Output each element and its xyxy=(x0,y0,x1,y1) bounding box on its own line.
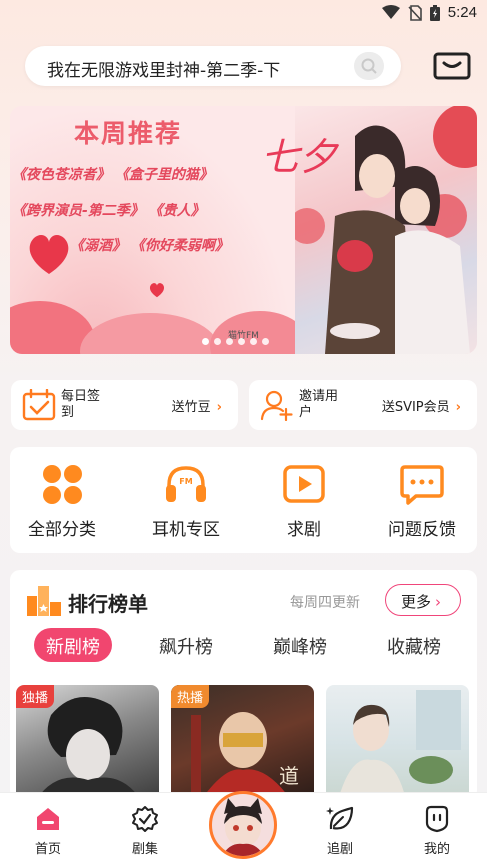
category-label: 求剧 xyxy=(287,520,321,540)
banner-dot[interactable] xyxy=(238,338,245,345)
svg-text:FM: FM xyxy=(179,477,192,486)
leaf-icon xyxy=(326,806,354,830)
banner-line: 《跨界演员-第二季》 《贵人》 xyxy=(12,203,205,219)
ranking-title: 排行榜单 xyxy=(68,592,148,616)
checkin-action-text: 送竹豆 xyxy=(171,400,211,415)
add-user-icon xyxy=(260,390,293,421)
banner-illustration: 七夕 xyxy=(261,106,477,354)
cover-badge: 独播 xyxy=(16,685,55,708)
search-icon xyxy=(361,58,377,74)
tab-new[interactable]: 新剧榜 xyxy=(34,628,112,662)
banner-dot[interactable] xyxy=(202,338,209,345)
category-feedback[interactable]: 问题反馈 xyxy=(372,465,472,540)
banner-dot[interactable] xyxy=(214,338,221,345)
banner-text-panel: 本周推荐 《夜色苍凉者》 《盒子里的猫》 《跨界演员-第二季》 《贵人》 《溺酒… xyxy=(10,106,295,354)
checkin-action[interactable]: 送竹豆 › xyxy=(172,396,222,415)
profile-icon xyxy=(425,805,449,833)
message-icon[interactable] xyxy=(433,51,471,81)
cover-art xyxy=(338,690,461,800)
category-all[interactable]: 全部分类 xyxy=(12,465,112,540)
banner-pagination[interactable] xyxy=(202,338,269,345)
nav-home[interactable]: 首页 xyxy=(13,805,83,857)
drama-cover[interactable]: 独播 xyxy=(16,685,159,800)
status-bar: 5:24 xyxy=(0,0,487,30)
banner-line: 《溺酒》 《你好柔弱啊》 xyxy=(70,238,229,254)
battery-icon xyxy=(429,4,440,21)
category-request[interactable]: 求剧 xyxy=(254,465,354,540)
banner-dot[interactable] xyxy=(226,338,233,345)
daily-checkin-card[interactable]: 每日签到 送竹豆 › xyxy=(11,380,238,430)
bottom-nav: 首页 剧集 追剧 我的 xyxy=(0,791,487,865)
drama-cover[interactable]: 道 热播 xyxy=(171,685,314,800)
calendar-check-icon xyxy=(22,389,56,421)
category-row: 全部分类 FM 耳机专区 求剧 问题反馈 xyxy=(10,447,477,553)
chevron-right-icon: › xyxy=(435,593,442,611)
chat-icon xyxy=(400,465,444,505)
nav-label: 首页 xyxy=(34,842,61,857)
banner-dot[interactable] xyxy=(262,338,269,345)
ranking-section: 排行榜单 每周四更新 更多 › 新剧榜 飙升榜 巅峰榜 收藏榜 独播 道 热播 xyxy=(10,570,477,800)
drama-cover[interactable] xyxy=(326,685,469,800)
status-icons: 5:24 xyxy=(381,4,477,21)
avatar-image xyxy=(222,798,264,856)
promo-banner[interactable]: 本周推荐 《夜色苍凉者》 《盒子里的猫》 《跨界演员-第二季》 《贵人》 《溺酒… xyxy=(10,106,477,354)
nav-drama[interactable]: 剧集 xyxy=(110,805,180,857)
nav-profile[interactable]: 我的 xyxy=(402,805,472,857)
ranking-covers: 独播 道 热播 xyxy=(16,685,476,800)
category-headphones[interactable]: FM 耳机专区 xyxy=(136,465,236,540)
tab-favorites[interactable]: 收藏榜 xyxy=(387,628,441,662)
more-button[interactable]: 更多 › xyxy=(385,584,461,616)
wifi-icon xyxy=(381,5,400,19)
invite-action-text: 送SVIP会员 xyxy=(381,400,450,415)
banner-line: 《夜色苍凉者》 《盒子里的猫》 xyxy=(12,167,213,183)
heart-decoration xyxy=(29,235,69,274)
nav-follow[interactable]: 追剧 xyxy=(305,805,375,857)
search-button[interactable] xyxy=(354,52,384,80)
ranking-update-note: 每周四更新 xyxy=(290,595,360,611)
nav-label: 剧集 xyxy=(131,842,158,857)
grid-icon xyxy=(43,465,82,504)
nav-label: 追剧 xyxy=(326,842,353,857)
invite-action[interactable]: 送SVIP会员 › xyxy=(382,396,461,415)
chevron-right-icon: › xyxy=(216,400,222,415)
nav-label: 我的 xyxy=(423,842,450,857)
category-label: 全部分类 xyxy=(28,520,96,540)
invite-user-card[interactable]: 邀请用户 送SVIP会员 › xyxy=(249,380,477,430)
cover-badge: 热播 xyxy=(171,685,210,708)
banner-art-text: 七夕 xyxy=(261,135,338,179)
category-label: 问题反馈 xyxy=(388,520,456,540)
badge-icon xyxy=(132,806,158,832)
search-bar[interactable]: 我在无限游戏里封神-第二季-下 xyxy=(25,46,401,86)
play-icon xyxy=(283,465,325,503)
banner-title: 本周推荐 xyxy=(74,119,183,148)
headphones-icon: FM xyxy=(166,466,206,502)
svg-text:道: 道 xyxy=(279,764,299,788)
checkin-label: 每日签到 xyxy=(61,389,101,420)
chevron-right-icon: › xyxy=(455,400,461,415)
more-label: 更多 xyxy=(401,593,432,611)
tab-rising[interactable]: 飙升榜 xyxy=(159,628,213,662)
ranking-icon xyxy=(27,586,61,616)
no-sim-icon xyxy=(408,4,422,21)
invite-label: 邀请用户 xyxy=(299,389,339,420)
banner-dot[interactable] xyxy=(250,338,257,345)
search-query[interactable]: 我在无限游戏里封神-第二季-下 xyxy=(47,56,280,81)
category-label: 耳机专区 xyxy=(152,520,220,540)
avatar[interactable] xyxy=(209,791,277,859)
status-time: 5:24 xyxy=(447,4,477,21)
home-icon xyxy=(37,808,59,830)
tab-peak[interactable]: 巅峰榜 xyxy=(273,628,327,662)
